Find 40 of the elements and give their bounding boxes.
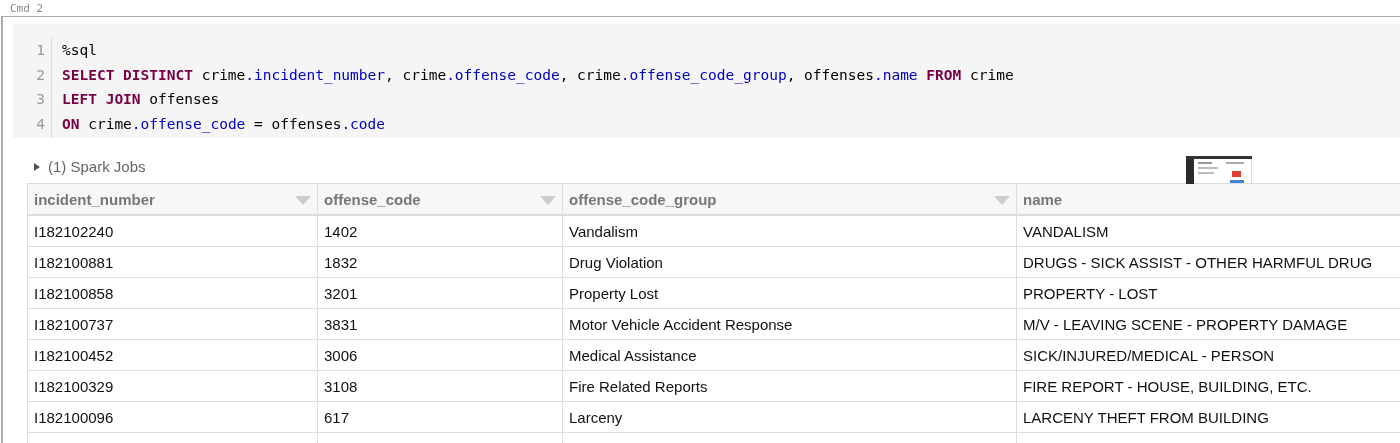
table-cell: 617 (317, 401, 563, 433)
table-cell: Drug Violation (562, 246, 1017, 278)
table-cell: I182100096 (27, 401, 318, 433)
line-number: 2 (35, 65, 45, 85)
table-cell: Larceny (562, 401, 1017, 433)
column-header[interactable]: incident_number (27, 183, 318, 215)
table-cell: I182100737 (27, 308, 318, 340)
table-cell: Medical Assistance (562, 339, 1017, 371)
table-cell: I182100881 (27, 246, 318, 278)
code-line: LEFT JOIN offenses (62, 90, 221, 109)
code-line: %sql (62, 41, 98, 60)
table-cell: I182102240 (27, 215, 318, 247)
table-cell: 3831 (317, 308, 563, 340)
line-number: 4 (35, 114, 45, 134)
column-header[interactable]: name (1016, 183, 1400, 215)
table-cell: 3108 (317, 370, 563, 402)
table-cell: 3201 (317, 277, 563, 309)
dropdown-icon[interactable] (994, 196, 1010, 205)
code-line: SELECT DISTINCT crime.incident_number, crime.offense_code, crime.offense_code_group, offenses.name FROM crime (62, 65, 1014, 86)
line-number: 1 (35, 41, 45, 60)
expand-icon (33, 161, 41, 172)
table-cell: Vandalism (562, 215, 1017, 247)
column-header[interactable]: offense_code_group (562, 183, 1017, 215)
dropdown-icon[interactable] (540, 196, 556, 205)
table-cell: Motor Vehicle Accident Response (562, 308, 1017, 340)
cell-label: Cmd 2 (9, 1, 45, 16)
table-cell: I182100858 (27, 277, 318, 309)
table-cell: 1832 (317, 246, 563, 278)
table-cell: I182100329 (27, 370, 318, 402)
spark-jobs-toggle[interactable]: (1) Spark Jobs (13, 158, 146, 175)
table-cell: 3006 (317, 339, 563, 371)
column-header[interactable]: offense_code (317, 183, 563, 215)
table-cell: Property Lost (562, 277, 1017, 309)
table-cell: Fire Related Reports (562, 370, 1017, 402)
code-line: ON crime.offense_code = offenses.code (62, 114, 387, 135)
line-number: 3 (35, 90, 45, 109)
dropdown-icon[interactable] (295, 196, 311, 205)
code-editor[interactable]: 1 2 3 4 %sql SELECT DISTINCT crime.incident_number, crime.offense_code, crime.offense_code_group, offenses.name FROM crime LEFT JOIN offenses ON crime.offense_code = offenses.code (13, 24, 1400, 138)
table-cell: 1402 (317, 215, 563, 247)
table-cell: I182100452 (27, 339, 318, 371)
